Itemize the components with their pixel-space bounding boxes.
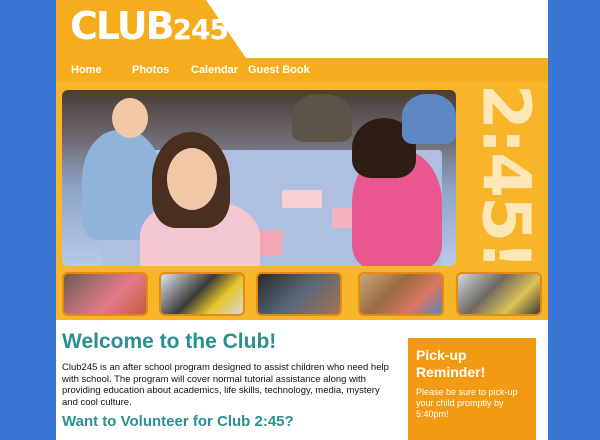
photo-face (167, 148, 217, 210)
nav-photos[interactable]: Photos (132, 58, 169, 82)
photo-child (402, 94, 456, 144)
nav-guest-book[interactable]: Guest Book (248, 58, 310, 82)
photo-thumbnail[interactable] (159, 272, 245, 316)
volunteer-heading: Want to Volunteer for Club 2:45? (62, 413, 294, 430)
page-container: CLUB245 Home Photos Calendar Guest Book (56, 0, 548, 440)
photo-face (112, 98, 148, 138)
photo-thumbnail[interactable] (62, 272, 148, 316)
photo-paper (282, 190, 322, 208)
intro-paragraph: Club245 is an after school program desig… (62, 362, 389, 408)
photo-child (292, 94, 352, 142)
nav-home[interactable]: Home (71, 58, 102, 82)
main-content: Welcome to the Club! Club245 is an after… (56, 320, 548, 440)
hero-time-banner: 2:45! (460, 84, 546, 268)
photo-thumbnail[interactable] (456, 272, 542, 316)
reminder-title: Pick-up Reminder! (416, 347, 486, 380)
photo-thumbnail[interactable] (358, 272, 444, 316)
logo-number: 245 (172, 13, 229, 46)
header: CLUB245 (56, 0, 548, 58)
hero-photo (62, 90, 456, 266)
reminder-body: Please be sure to pick-up your child pro… (416, 387, 518, 419)
photo-thumbnail-strip (56, 268, 548, 320)
nav-calendar[interactable]: Calendar (191, 58, 238, 82)
main-nav: Home Photos Calendar Guest Book (56, 58, 548, 82)
page-title: Welcome to the Club! (62, 330, 277, 353)
hero-time-text: 2:45! (467, 83, 545, 269)
site-logo[interactable]: CLUB245 (70, 4, 229, 52)
photo-thumbnail[interactable] (256, 272, 342, 316)
pickup-reminder-box: Pick-up Reminder! Please be sure to pick… (408, 338, 536, 440)
hero-banner: 2:45! (56, 82, 548, 268)
logo-word: CLUB (70, 4, 175, 48)
